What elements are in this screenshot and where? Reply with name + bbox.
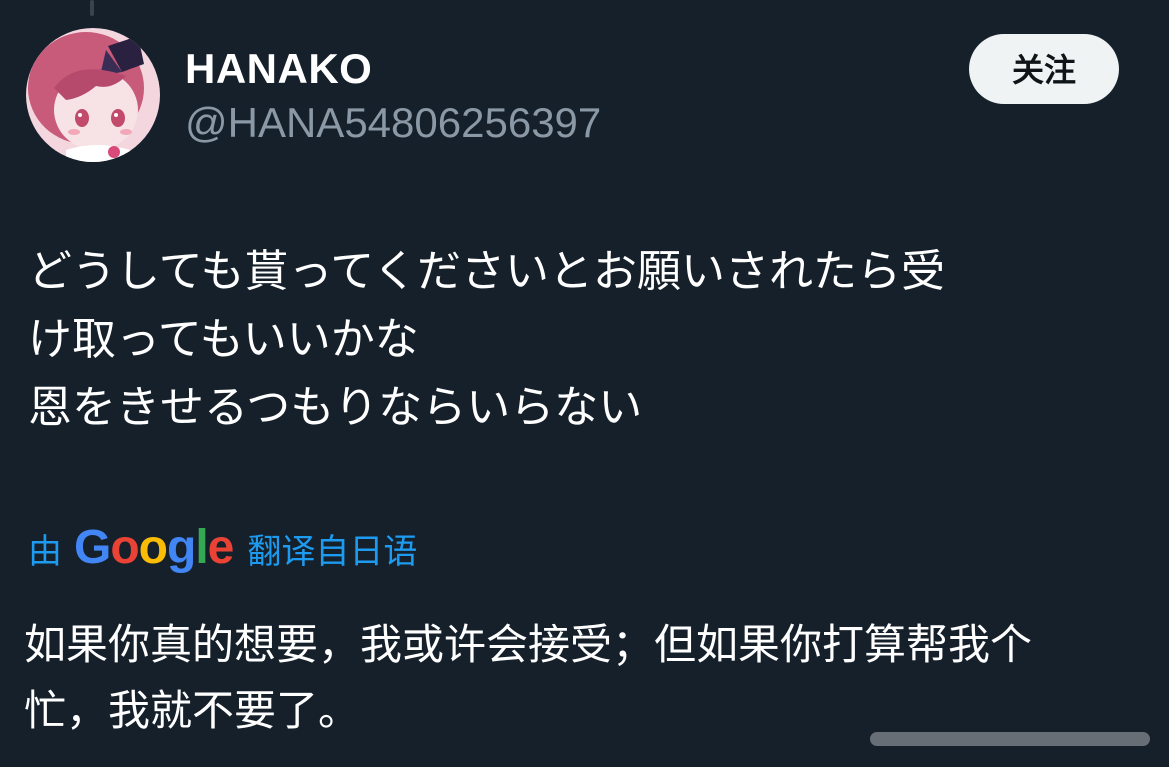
translation-source-label: 翻译自日语 [247, 531, 418, 572]
user-handle[interactable]: @HANA54806256397 [185, 98, 601, 148]
anime-girl-avatar-icon [26, 28, 160, 162]
translation-attribution[interactable]: 由 Google 翻译自日语 [28, 518, 417, 578]
follow-button[interactable]: 关注 [969, 34, 1119, 104]
avatar[interactable] [26, 28, 160, 162]
tweet-text: どうしても貰ってくださいとお願いされたら受 け取ってもいいかな 恩をきせるつもり… [28, 246, 945, 433]
display-name[interactable]: HANAKO [185, 44, 372, 94]
watermark-icon [870, 732, 1150, 746]
google-logo-icon: Google [74, 521, 234, 574]
thread-connector-line [90, 0, 94, 16]
translation-prefix: 由 [28, 531, 62, 572]
